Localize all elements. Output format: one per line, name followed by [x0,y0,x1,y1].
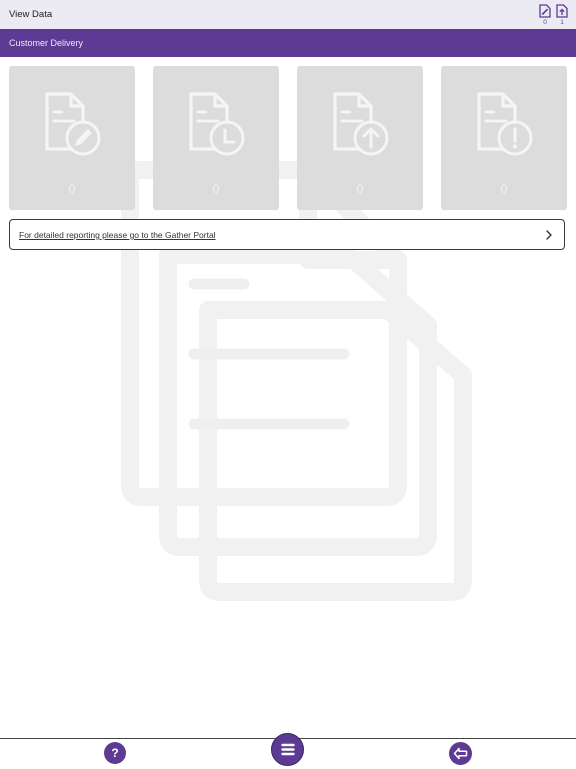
page-title: View Data [9,9,53,20]
tile-errors-count: 0 [500,182,508,196]
document-edit-icon [539,4,551,18]
tile-errors[interactable]: 0 [441,66,567,210]
hamburger-menu-icon [281,743,295,756]
tile-uploaded-count: 0 [356,182,364,196]
document-upload-icon [556,4,568,18]
tile-draft[interactable]: 0 [9,66,135,210]
menu-button[interactable] [271,733,304,766]
document-edit-icon [45,92,101,156]
help-icon: ? [111,746,119,760]
gather-portal-link-text[interactable]: For detailed reporting please go to the … [19,230,216,240]
pending-upload-count: 1 [560,19,564,26]
document-upload-icon [333,92,389,156]
document-alert-icon [477,92,533,156]
section-title: Customer Delivery [9,38,84,48]
tile-pending-count: 0 [212,182,220,196]
pending-upload-indicator[interactable]: 1 [555,4,569,28]
tile-uploaded[interactable]: 0 [297,66,423,210]
tile-pending[interactable]: 0 [153,66,279,210]
pending-edit-count: 0 [543,19,547,26]
pending-edit-indicator[interactable]: 0 [538,4,552,28]
top-bar: View Data 0 1 [0,0,576,29]
chevron-right-icon [546,230,552,240]
back-arrow-icon [453,747,468,760]
tile-draft-count: 0 [68,182,76,196]
gather-portal-link[interactable]: For detailed reporting please go to the … [9,219,565,250]
back-button[interactable] [449,742,472,765]
document-clock-icon [189,92,245,156]
help-button[interactable]: ? [104,742,126,764]
section-header: Customer Delivery [0,29,576,57]
